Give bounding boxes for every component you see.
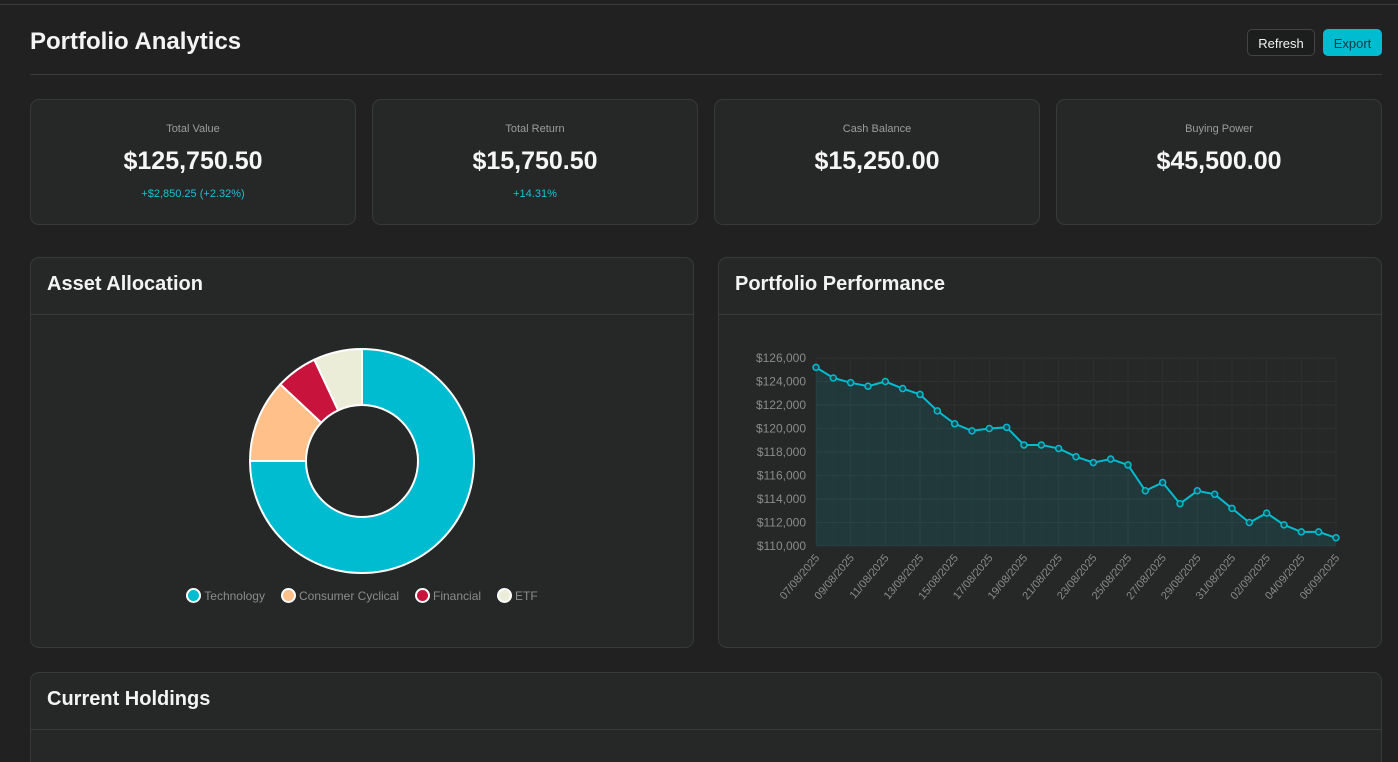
data-point[interactable] <box>1262 509 1271 517</box>
stat-card-total-return: Total Return $15,750.50 +14.31% <box>372 99 698 225</box>
stat-value: $15,250.00 <box>814 147 940 175</box>
stat-card-cash-balance: Cash Balance $15,250.00 <box>714 99 1040 225</box>
performance-line-chart: $110,000 $112,000 $114,000 $116,000 $118,000… <box>756 351 1342 602</box>
y-tick-label: $124,000 <box>756 375 806 389</box>
data-point[interactable] <box>1158 478 1167 487</box>
legend-item-financial[interactable]: Financial <box>415 588 481 603</box>
stat-change: +$2,850.25 (+2.32%) <box>141 188 245 200</box>
asset-allocation-panel: Asset Allocation Technology Consumer Cycl… <box>30 257 694 648</box>
current-holdings-panel: Current Holdings <box>30 672 1382 762</box>
stat-card-buying-power: Buying Power $45,500.00 <box>1056 99 1382 225</box>
data-point[interactable] <box>1106 455 1115 463</box>
data-point[interactable] <box>1314 528 1323 536</box>
data-point[interactable] <box>916 390 924 399</box>
refresh-button[interactable]: Refresh <box>1247 29 1315 56</box>
panel-title: Portfolio Performance <box>735 273 946 295</box>
data-point[interactable] <box>1124 461 1132 469</box>
data-point[interactable] <box>968 427 976 435</box>
data-point[interactable] <box>1245 518 1254 527</box>
data-point[interactable] <box>1072 452 1080 461</box>
data-point[interactable] <box>1210 490 1219 499</box>
portfolio-performance-panel: Portfolio Performance $110,000 $112,000 $1… <box>718 257 1382 648</box>
data-point[interactable] <box>1089 458 1098 467</box>
legend-item-technology[interactable]: Technology <box>186 588 265 603</box>
stat-value: $15,750.50 <box>472 147 598 175</box>
panel-title: Current Holdings <box>47 688 211 710</box>
stat-label: Buying Power <box>1185 123 1253 135</box>
legend-item-etf[interactable]: ETF <box>497 588 538 603</box>
y-tick-label: $114,000 <box>757 492 806 506</box>
stat-value: $45,500.00 <box>1156 147 1282 175</box>
y-tick-label: $122,000 <box>756 398 806 412</box>
legend-swatch <box>280 588 296 603</box>
legend-label: Technology <box>204 588 265 603</box>
data-point[interactable] <box>1037 441 1046 449</box>
y-tick-label: $110,000 <box>757 539 806 553</box>
data-point[interactable] <box>933 407 942 415</box>
stat-label: Total Return <box>505 123 565 135</box>
top-divider <box>0 4 1398 5</box>
data-point[interactable] <box>1280 521 1288 529</box>
data-point[interactable] <box>1193 487 1202 495</box>
panel-divider <box>31 729 1381 730</box>
legend-item-consumer-cyclical[interactable]: Consumer Cyclical <box>280 588 400 603</box>
data-point[interactable] <box>950 420 959 428</box>
legend-swatch <box>186 588 202 603</box>
y-tick-label: $112,000 <box>757 516 806 530</box>
y-tick-label: $116,000 <box>757 469 806 483</box>
data-point[interactable] <box>985 424 994 433</box>
data-point[interactable] <box>1054 444 1063 453</box>
panel-title: Asset Allocation <box>47 273 203 295</box>
stat-card-total-value: Total Value $125,750.50 +$2,850.25 (+2.3… <box>30 99 356 225</box>
y-tick-label: $120,000 <box>756 422 806 436</box>
stat-value: $125,750.50 <box>123 147 263 175</box>
legend-label: Financial <box>433 588 482 603</box>
legend-label: ETF <box>515 588 538 603</box>
data-point[interactable] <box>1297 528 1306 536</box>
export-button[interactable]: Export <box>1323 29 1382 56</box>
legend-swatch <box>497 588 513 603</box>
data-point[interactable] <box>1176 499 1184 508</box>
data-point[interactable] <box>1332 534 1340 542</box>
legend-label: Consumer Cyclical <box>298 588 400 603</box>
stat-label: Cash Balance <box>842 123 912 135</box>
data-point[interactable] <box>881 377 890 386</box>
data-point[interactable] <box>898 384 907 393</box>
data-point[interactable] <box>812 363 820 372</box>
data-point[interactable] <box>864 382 872 390</box>
stat-change: +14.31% <box>513 188 557 200</box>
data-point[interactable] <box>1141 487 1150 495</box>
stat-label: Total Value <box>166 123 220 135</box>
data-point[interactable] <box>846 378 855 387</box>
data-point[interactable] <box>1020 441 1028 449</box>
y-tick-label: $126,000 <box>756 351 806 365</box>
data-point[interactable] <box>1002 423 1011 432</box>
page-title: Portfolio Analytics <box>30 28 242 55</box>
data-point[interactable] <box>1228 504 1236 513</box>
legend-swatch <box>415 588 431 603</box>
data-point[interactable] <box>829 374 838 382</box>
y-tick-label: $118,000 <box>757 445 806 459</box>
page-header: Portfolio Analytics Refresh Export <box>30 24 1382 75</box>
allocation-legend: Technology Consumer Cyclical Financial ETF <box>31 588 693 603</box>
